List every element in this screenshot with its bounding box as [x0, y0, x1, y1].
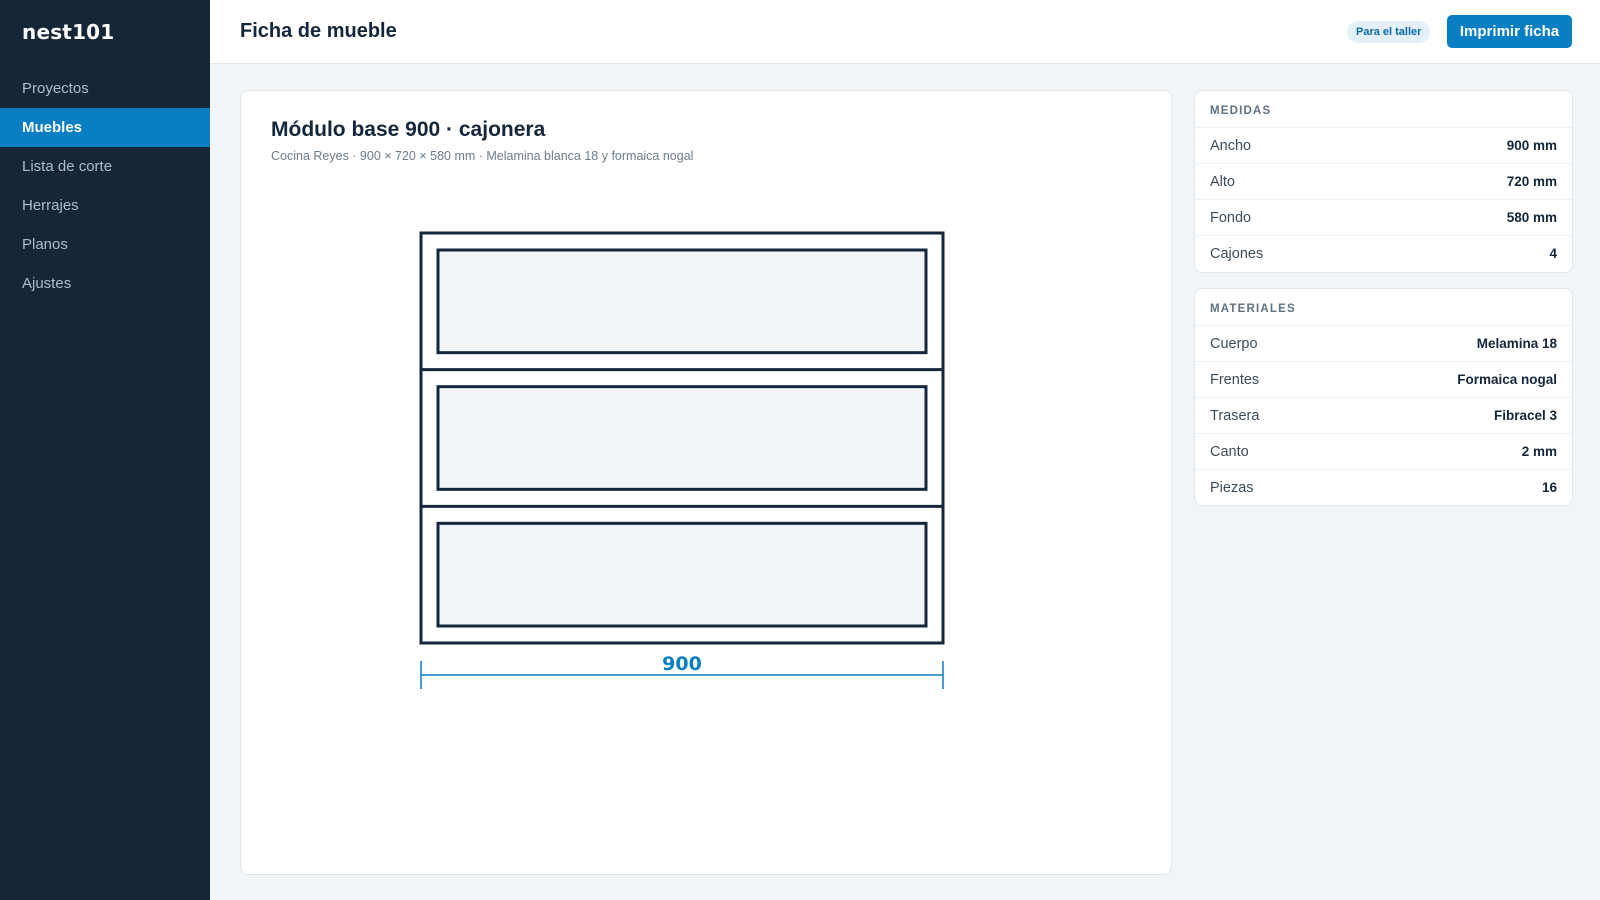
sidebar-item-lista-de-corte[interactable]: Lista de corte [0, 147, 210, 186]
row-label: Cajones [1210, 245, 1264, 262]
sidebar-item-ajustes[interactable]: Ajustes [0, 264, 210, 303]
furniture-card: Módulo base 900 · cajonera Cocina Reyes … [240, 90, 1172, 875]
sidebar-nav: Proyectos Muebles Lista de corte Herraje… [0, 69, 210, 303]
row-value: 16 [1541, 480, 1557, 495]
drawer-fronts [421, 248, 943, 628]
row-label: Ancho [1210, 137, 1252, 154]
medidas-panel: MEDIDAS Ancho 900 mm Alto 720 mm Fondo 5… [1194, 90, 1573, 273]
row-value: Melamina 18 [1476, 336, 1557, 351]
row-label: Alto [1210, 173, 1235, 190]
row-label: Canto [1210, 443, 1249, 460]
materiales-row-piezas: Piezas 16 [1195, 469, 1572, 505]
materiales-heading: MATERIALES [1210, 303, 1296, 315]
row-value: 4 [1549, 246, 1557, 261]
row-value: 580 mm [1506, 210, 1557, 225]
row-value: 900 mm [1506, 138, 1557, 153]
module-front-drawing: 900 [419, 231, 945, 689]
row-value: Formaica nogal [1457, 372, 1557, 387]
medidas-row-alto: Alto 720 mm [1195, 163, 1572, 199]
materiales-panel: MATERIALES Cuerpo Melamina 18 Frentes Fo… [1194, 288, 1573, 506]
row-label: Fondo [1210, 209, 1252, 226]
medidas-heading: MEDIDAS [1210, 105, 1272, 117]
row-label: Frentes [1210, 371, 1260, 388]
materiales-row-cuerpo: Cuerpo Melamina 18 [1195, 325, 1572, 361]
width-dimension: 900 [420, 653, 944, 689]
row-value: Fibracel 3 [1493, 408, 1557, 423]
sidebar-item-herrajes[interactable]: Herrajes [0, 186, 210, 225]
row-value: 720 mm [1506, 174, 1557, 189]
workshop-badge: Para el taller [1347, 21, 1431, 43]
width-dimension-label: 900 [662, 653, 702, 675]
brand-logo: nest101 [22, 20, 115, 44]
sidebar-item-proyectos[interactable]: Proyectos [0, 69, 210, 108]
medidas-row-ancho: Ancho 900 mm [1195, 127, 1572, 163]
sidebar-item-muebles[interactable]: Muebles [0, 108, 210, 147]
materiales-row-frentes: Frentes Formaica nogal [1195, 361, 1572, 397]
materiales-row-trasera: Trasera Fibracel 3 [1195, 397, 1572, 433]
drawer-front [436, 248, 928, 355]
drawer-front [436, 521, 928, 628]
top-header: Ficha de mueble Para el taller Imprimir … [210, 0, 1600, 64]
row-label: Trasera [1210, 407, 1260, 424]
sidebar: nest101 Proyectos Muebles Lista de corte… [0, 0, 210, 900]
print-sheet-button[interactable]: Imprimir ficha [1447, 15, 1572, 48]
row-label: Piezas [1210, 479, 1254, 496]
row-label: Cuerpo [1210, 335, 1258, 352]
sidebar-item-planos[interactable]: Planos [0, 225, 210, 264]
drawer-front [436, 385, 928, 491]
medidas-row-fondo: Fondo 580 mm [1195, 199, 1572, 235]
page-title: Ficha de mueble [240, 20, 397, 42]
medidas-row-cajones: Cajones 4 [1195, 235, 1572, 271]
materiales-row-canto: Canto 2 mm [1195, 433, 1572, 469]
row-value: 2 mm [1521, 444, 1557, 459]
